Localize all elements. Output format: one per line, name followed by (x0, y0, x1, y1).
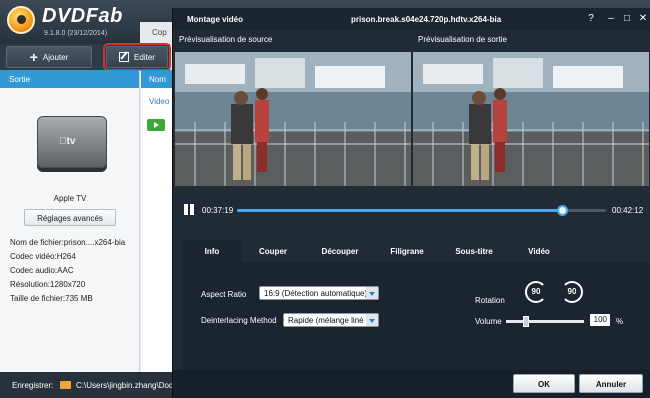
dialog-file-name: prison.break.s04e24.720p.hdtv.x264-bia (351, 15, 502, 24)
edit-tabs: Info Couper Découper Filigrane Sous-titr… (173, 240, 650, 262)
source-preview-label: Prévisualisation de source (179, 35, 273, 44)
cancel-button[interactable]: Annuler (579, 374, 643, 393)
aspect-ratio-value: 16:9 (Détection automatique) (264, 289, 368, 298)
list-header-name: Nom (141, 70, 173, 88)
dialog-title: Montage vidéo (187, 15, 244, 24)
app-version: 9.1.8.0 (23/12/2014) (44, 30, 108, 37)
tab-info[interactable]: Info (183, 240, 241, 262)
deinterlacing-select[interactable]: Rapide (mélange liné (283, 313, 379, 327)
spec-filename: Nom de fichier:prison....x264-bia (10, 238, 126, 247)
video-edit-dialog: Montage vidéo prison.break.s04e24.720p.h… (172, 8, 650, 398)
deinterlacing-label: Deinterlacing Method (201, 316, 277, 325)
dvdfab-logo-icon (7, 6, 35, 34)
dropdown-arrow-icon[interactable] (366, 287, 378, 299)
main-toolbar: + Ajouter Editer (0, 43, 171, 71)
rotation-label: Rotation (475, 296, 505, 305)
rotate-left-icon[interactable]: 90 (525, 281, 547, 303)
save-label: Enregistrer: (12, 381, 54, 390)
edit-icon (119, 52, 130, 62)
close-icon[interactable]: ✕ (637, 13, 649, 25)
dropdown-arrow-icon[interactable] (366, 314, 378, 326)
ok-button[interactable]: OK (513, 374, 575, 393)
playback-timeline: 00:37:19 00:42:12 (173, 196, 650, 222)
info-settings-panel: Aspect Ratio 16:9 (Détection automatique… (183, 262, 649, 370)
source-preview-frame (175, 52, 411, 186)
folder-icon[interactable] (60, 381, 71, 389)
apple-tv-device-icon: tv (37, 116, 107, 168)
volume-slider-handle[interactable] (522, 316, 529, 327)
spec-video-codec: Codec vidéo:H264 (10, 252, 76, 261)
dialog-footer: OK Annuler (173, 370, 650, 398)
tab-sous-titre[interactable]: Sous-titre (443, 240, 505, 262)
output-panel: Sortie tv Apple TV Réglages avancés Nom… (0, 70, 140, 372)
device-name: Apple TV (53, 194, 87, 203)
title-list: Nom Video (141, 70, 173, 372)
tab-decouper[interactable]: Découper (309, 240, 371, 262)
spec-audio-codec: Codec audio:AAC (10, 266, 74, 275)
save-path-field[interactable]: C:\Users\jingbin.zhang\Doc (76, 381, 172, 390)
maximize-icon[interactable]: □ (621, 13, 633, 25)
save-bar: Enregistrer: C:\Users\jingbin.zhang\Doc (0, 372, 174, 398)
volume-input[interactable]: 100 (590, 314, 610, 326)
list-item[interactable]: Video (149, 97, 169, 106)
minimize-icon[interactable]: – (605, 13, 617, 25)
tab-couper[interactable]: Couper (245, 240, 301, 262)
seek-bar-handle[interactable] (557, 205, 569, 216)
total-time: 00:42:12 (612, 206, 644, 215)
pause-icon[interactable] (183, 204, 195, 216)
aspect-ratio-select[interactable]: 16:9 (Détection automatique) (259, 286, 379, 300)
aspect-ratio-label: Aspect Ratio (201, 290, 247, 299)
tab-filigrane[interactable]: Filigrane (379, 240, 435, 262)
video-frame-image (175, 52, 411, 186)
video-frame-image (413, 52, 649, 186)
help-icon[interactable]: ? (585, 13, 597, 25)
output-panel-header: Sortie (0, 70, 139, 88)
rotate-right-icon[interactable]: 90 (561, 281, 583, 303)
volume-slider[interactable] (506, 316, 584, 327)
apple-tv-logo: tv (59, 136, 75, 147)
seek-bar-progress (237, 209, 564, 212)
spec-resolution: Résolution:1280x720 (10, 280, 86, 289)
edit-button[interactable]: Editer (103, 43, 171, 71)
output-preview-label: Prévisualisation de sortie (418, 35, 507, 44)
play-icon[interactable] (147, 119, 165, 131)
output-preview-frame (413, 52, 649, 186)
add-button-label: Ajouter (42, 52, 69, 62)
deinterlacing-value: Rapide (mélange liné (288, 316, 364, 325)
edit-button-label: Editer (134, 52, 155, 62)
plus-icon: + (29, 49, 38, 65)
tab-video[interactable]: Vidéo (511, 240, 567, 262)
dialog-title-bar: Montage vidéo prison.break.s04e24.720p.h… (173, 8, 650, 30)
advanced-settings-button[interactable]: Réglages avancés (24, 209, 116, 226)
current-time: 00:37:19 (202, 206, 234, 215)
seek-bar[interactable] (237, 205, 606, 216)
add-button[interactable]: + Ajouter (6, 46, 92, 68)
volume-label: Volume (475, 317, 502, 326)
volume-unit: % (616, 317, 624, 326)
app-logo-text: DVDFab (42, 5, 123, 27)
spec-file-size: Taille de fichier:735 MB (10, 294, 93, 303)
